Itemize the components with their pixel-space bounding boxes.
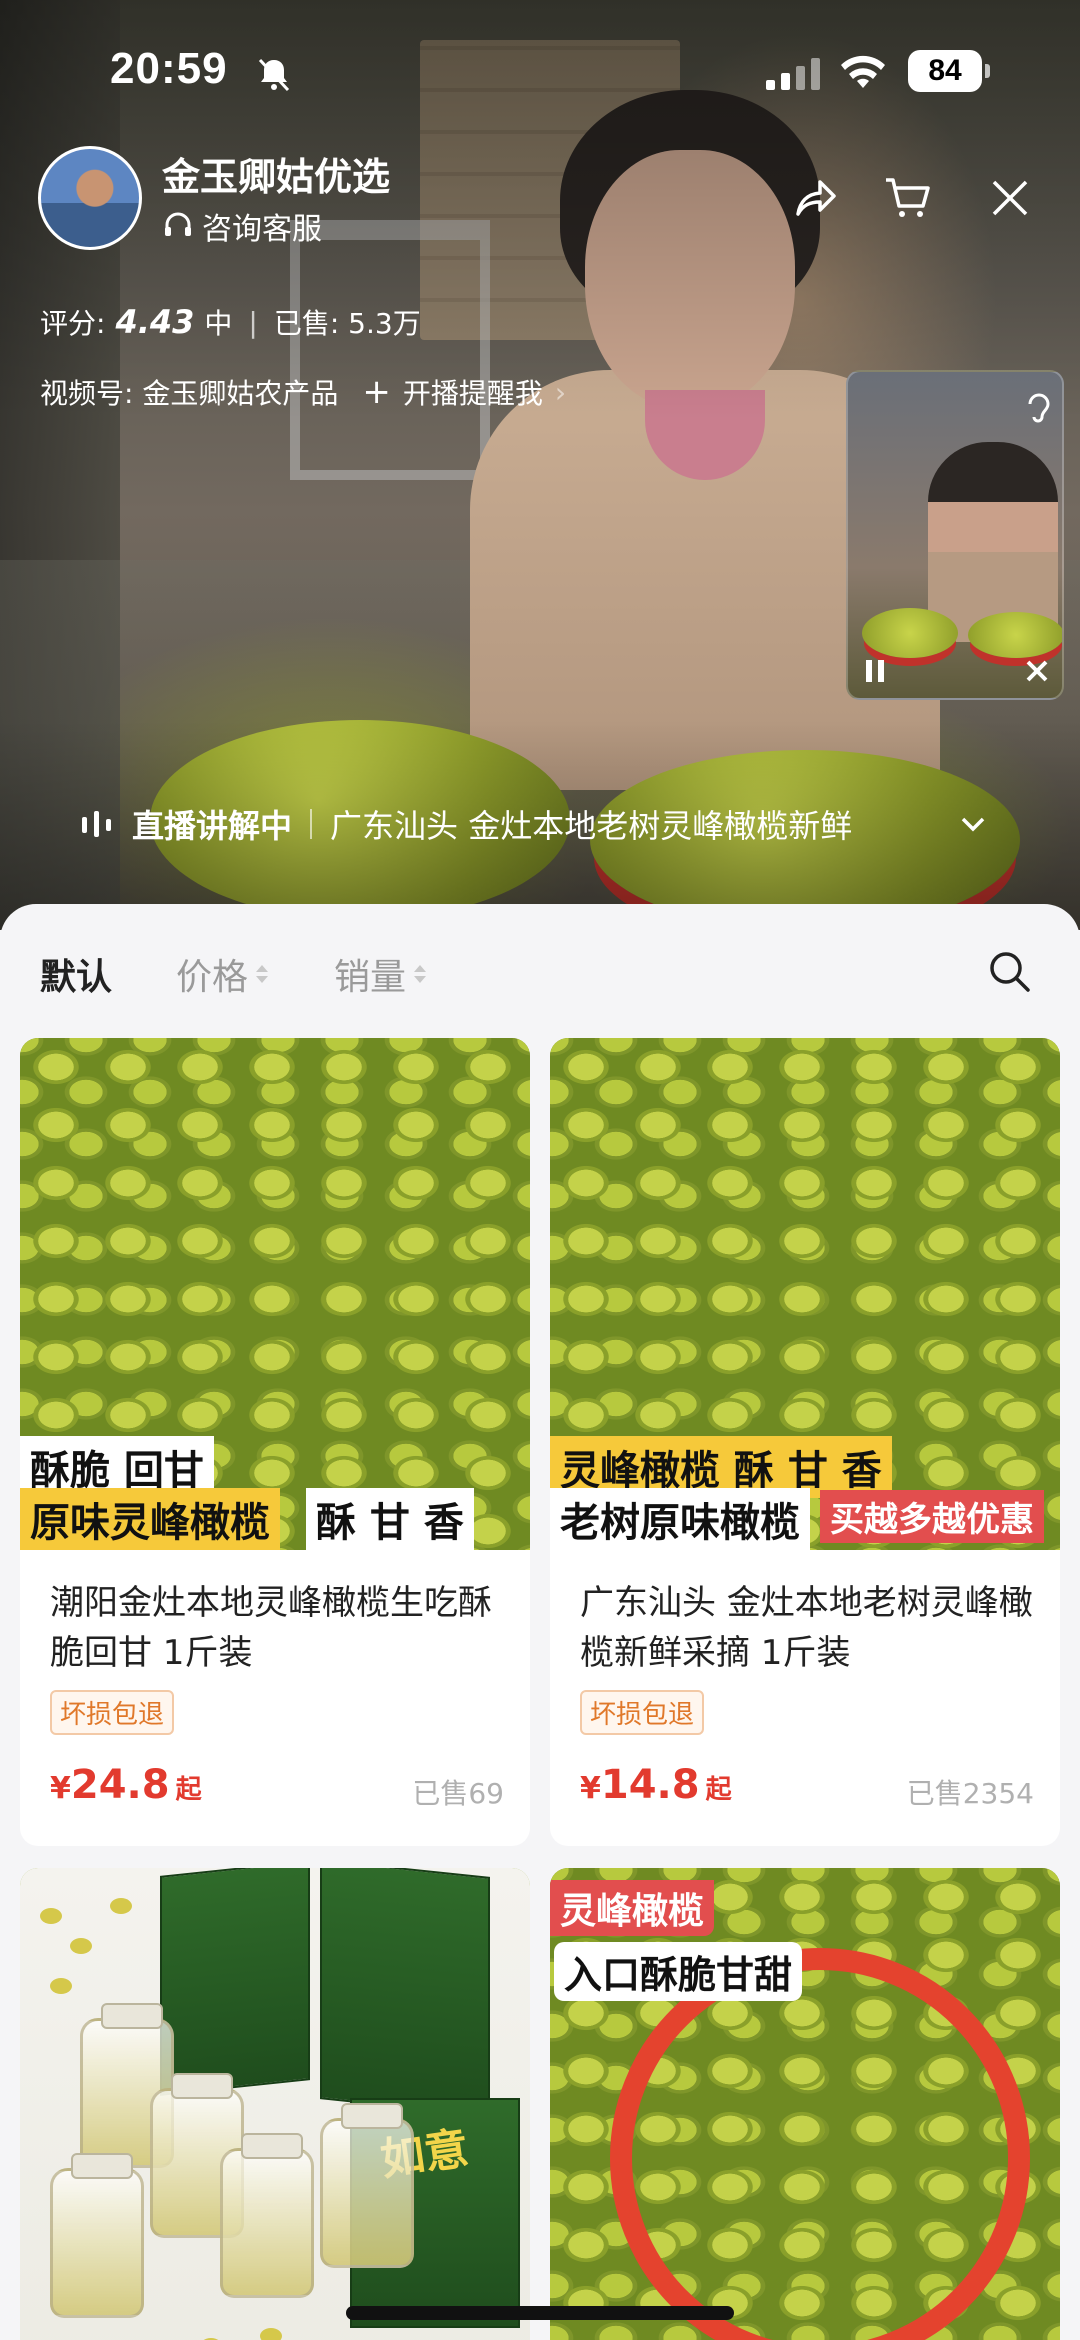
live-label: 直播讲解中 (132, 807, 293, 845)
close-icon[interactable] (984, 172, 1036, 224)
product-image[interactable]: 灵峰橄榄 酥 甘 香 老树原味橄榄 买越多越优惠 (550, 1038, 1060, 1550)
mini-player[interactable] (846, 370, 1064, 700)
price-currency: ¥ (580, 1771, 601, 1806)
sold-count: 已售69 (412, 1777, 504, 1810)
search-icon[interactable] (984, 946, 1034, 996)
audio-bars-icon (82, 811, 111, 837)
live-explaining-bar[interactable]: 直播讲解中 广东汕头 金灶本地老树灵峰橄榄新鲜 (80, 796, 990, 852)
remind-label: 开播提醒我 (402, 377, 543, 410)
product-name: 广东汕头 金灶本地老树灵峰橄榄新鲜采摘 1斤装 (580, 1583, 1033, 1673)
home-indicator[interactable] (346, 2306, 734, 2320)
product-image[interactable]: 如意 (20, 1868, 530, 2340)
chevron-down-icon[interactable] (956, 807, 990, 841)
image-caption: 灵峰橄榄 (550, 1880, 715, 1936)
battery-indicator: 84 (908, 50, 990, 92)
sort-price-tab[interactable]: 价格 (176, 948, 269, 1000)
rating-score: 4.43 (115, 303, 195, 341)
headset-icon (165, 212, 191, 236)
shop-rating: 评分: 4.43 中 | 已售: 5.3万 (40, 303, 421, 341)
price-currency: ¥ (50, 1771, 71, 1806)
sort-bar: 默认 价格 销量 (0, 904, 1080, 1038)
status-time: 20:59 (110, 44, 228, 93)
rating-level: 中 (204, 307, 233, 340)
remind-button[interactable]: + 开播提醒我 › (362, 372, 566, 412)
ear-icon[interactable] (1024, 390, 1054, 426)
channel-row: 视频号: 金玉卿姑农产品 + 开播提醒我 › (40, 372, 566, 412)
shop-avatar[interactable] (38, 146, 142, 250)
sort-sales-label: 销量 (334, 957, 407, 998)
status-bar: 20:59 84 (0, 0, 1080, 140)
cart-icon[interactable] (882, 172, 934, 224)
image-caption: 入口酥脆甘甜 (554, 1942, 803, 2001)
live-video[interactable]: 20:59 84 金玉卿姑优选 咨询客服 评分: 4.43 中 | 已售: 5.… (0, 0, 1080, 930)
share-icon[interactable] (790, 172, 842, 224)
wifi-icon (841, 55, 885, 88)
price-suffix: 起 (705, 1775, 732, 1805)
sort-price-label: 价格 (176, 957, 249, 998)
product-price: ¥ 24.8 起 (50, 1762, 202, 1808)
pause-icon[interactable] (862, 656, 888, 686)
image-caption: 原味灵峰橄榄 (20, 1488, 280, 1550)
product-image[interactable]: 灵峰橄榄 入口酥脆甘甜 (550, 1868, 1060, 2340)
product-card[interactable]: 灵峰橄榄 入口酥脆甘甜 (550, 1868, 1060, 2340)
price-suffix: 起 (175, 1775, 202, 1805)
plus-icon: + (362, 372, 391, 412)
sort-arrows-icon (256, 965, 269, 983)
customer-service-label: 咨询客服 (202, 212, 322, 247)
price-value: 14.8 (600, 1762, 700, 1808)
product-card[interactable]: 如意 (20, 1868, 530, 2340)
bell-muted-icon (258, 58, 290, 92)
mini-close-icon[interactable] (1024, 658, 1050, 684)
shop-sold-count: 已售: 5.3万 (273, 307, 421, 340)
return-badge: 坏损包退 (580, 1690, 705, 1735)
shop-name[interactable]: 金玉卿姑优选 (162, 146, 390, 201)
rating-label: 评分: (40, 307, 106, 340)
product-sheet: 默认 价格 销量 酥脆 回甘 原味灵峰橄榄 酥 甘 香 潮阳金灶本地灵峰橄榄生吃… (0, 904, 1080, 2340)
sold-count: 已售2354 (906, 1777, 1034, 1810)
price-value: 24.8 (70, 1762, 170, 1808)
product-card[interactable]: 酥脆 回甘 原味灵峰橄榄 酥 甘 香 潮阳金灶本地灵峰橄榄生吃酥脆回甘 1斤装 … (20, 1038, 530, 1846)
live-product-title: 广东汕头 金灶本地老树灵峰橄榄新鲜 (330, 807, 853, 845)
product-image[interactable]: 酥脆 回甘 原味灵峰橄榄 酥 甘 香 (20, 1038, 530, 1550)
customer-service-link[interactable]: 咨询客服 (162, 204, 322, 248)
image-caption: 老树原味橄榄 (550, 1488, 810, 1550)
sort-sales-tab[interactable]: 销量 (334, 948, 427, 1000)
signal-icon (766, 58, 820, 90)
image-caption: 酥 甘 香 (306, 1488, 474, 1550)
return-badge: 坏损包退 (50, 1690, 175, 1735)
sort-default-tab[interactable]: 默认 (40, 948, 112, 1000)
product-name: 潮阳金灶本地灵峰橄榄生吃酥脆回甘 1斤装 (50, 1583, 492, 1673)
product-price: ¥ 14.8 起 (580, 1762, 732, 1808)
product-card[interactable]: 灵峰橄榄 酥 甘 香 老树原味橄榄 买越多越优惠 广东汕头 金灶本地老树灵峰橄榄… (550, 1038, 1060, 1846)
channel-name[interactable]: 视频号: 金玉卿姑农产品 (40, 372, 338, 412)
chevron-right-icon: › (554, 375, 567, 409)
image-caption: 买越多越优惠 (820, 1490, 1044, 1543)
sort-default-label: 默认 (40, 957, 113, 998)
sort-arrows-icon (414, 965, 427, 983)
